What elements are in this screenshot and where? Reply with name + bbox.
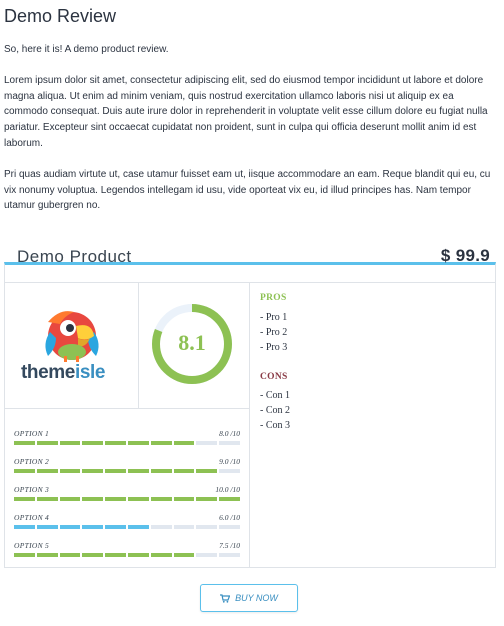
option-label: OPTION 4 — [14, 513, 50, 522]
cart-icon — [220, 593, 231, 603]
score-options-divider — [5, 408, 249, 409]
con-item: - Con 1 — [260, 390, 290, 401]
option-bar-segment — [59, 469, 81, 473]
product-name: Demo Product — [17, 247, 132, 266]
option-bar-segment — [173, 553, 195, 557]
option-bar-segment — [82, 441, 104, 445]
option-bar-segment — [196, 469, 218, 473]
option-bar-segment — [105, 553, 126, 557]
page-title: Demo Review — [4, 6, 117, 26]
option-bar-segment — [150, 469, 172, 473]
score-value: 8.1 — [178, 330, 206, 355]
option-bar-segment — [36, 441, 58, 445]
option-score: 10.0 /10 — [215, 485, 240, 494]
option-bar-segment — [173, 441, 195, 445]
cons-title: CONS — [260, 372, 288, 382]
option-bar-segment — [219, 469, 240, 473]
option-bar-segment — [173, 525, 195, 529]
option-bar-segment — [219, 497, 240, 501]
option-bar-segment — [127, 497, 149, 501]
option-bar-segment — [59, 525, 81, 529]
header-divider — [5, 282, 495, 283]
option-bar-segment — [14, 441, 35, 445]
option-bar-segment — [105, 469, 126, 473]
option-bar-segment — [105, 441, 126, 445]
pro-item: - Pro 3 — [260, 342, 288, 353]
option-bar-segment — [219, 525, 240, 529]
option-bar-segment — [196, 525, 218, 529]
option-bar — [14, 497, 240, 501]
con-item: - Con 3 — [260, 420, 290, 431]
option-bar-segment — [127, 441, 149, 445]
buy-now-button[interactable]: BUY NOW — [200, 584, 298, 612]
option-bar-segment — [14, 469, 35, 473]
option-bar — [14, 469, 240, 473]
article: Demo Review So, here it is! A demo produ… — [4, 0, 498, 214]
option-bar-segment — [150, 497, 172, 501]
option-bar-segment — [36, 525, 58, 529]
option-bar-segment — [105, 497, 126, 501]
option-bar-segment — [150, 525, 172, 529]
option-bar-segment — [59, 441, 81, 445]
con-item: - Con 2 — [260, 405, 290, 416]
option-bar-segment — [127, 525, 149, 529]
option-bar — [14, 441, 240, 445]
option-bar-segment — [219, 441, 240, 445]
option-score: 8.0 /10 — [219, 429, 240, 438]
intro-paragraph: So, here it is! A demo product review. — [4, 44, 169, 55]
option-label: OPTION 2 — [14, 457, 50, 466]
option-bar-segment — [82, 553, 104, 557]
option-bar-segment — [82, 469, 104, 473]
option-bar-segment — [14, 553, 35, 557]
product-price: $ 99.9 — [440, 246, 490, 265]
option-bar-segment — [36, 469, 58, 473]
option-bar — [14, 553, 240, 557]
logo-score-divider — [138, 283, 139, 409]
option-bar-segment — [36, 497, 58, 501]
pros-title: PROS — [260, 293, 287, 303]
option-label: OPTION 1 — [14, 429, 50, 438]
option-label: OPTION 3 — [14, 485, 50, 494]
option-bar-segment — [36, 553, 58, 557]
option-bar-segment — [14, 525, 35, 529]
body-paragraph-2: Pri quas audiam virtute ut, case utamur … — [4, 168, 491, 212]
option-score: 7.5 /10 — [219, 541, 240, 550]
option-bar-segment — [219, 553, 240, 557]
option-bar-segment — [173, 469, 195, 473]
option-bar-segment — [59, 553, 81, 557]
option-bar-segment — [82, 497, 104, 501]
option-bar-segment — [196, 441, 218, 445]
option-bar — [14, 525, 240, 529]
pro-item: - Pro 1 — [260, 312, 288, 323]
option-bar-segment — [150, 441, 172, 445]
pro-item: - Pro 2 — [260, 327, 288, 338]
option-bar-segment — [14, 497, 35, 501]
option-score: 9.0 /10 — [219, 457, 240, 466]
logo-text-isle: isle — [74, 362, 106, 383]
option-bar-segment — [127, 553, 149, 557]
option-bar-segment — [150, 553, 172, 557]
option-label: OPTION 5 — [14, 541, 50, 550]
option-bar-segment — [59, 497, 81, 501]
option-bar-segment — [173, 497, 195, 501]
option-score: 6.0 /10 — [219, 513, 240, 522]
body-paragraph-1: Lorem ipsum dolor sit amet, consectetur … — [4, 74, 488, 149]
option-bar-segment — [82, 525, 104, 529]
buy-now-label: BUY NOW — [235, 593, 278, 603]
logo-wordmark: themeisle — [21, 362, 105, 384]
option-bar-segment — [196, 553, 218, 557]
left-right-divider — [249, 283, 250, 567]
option-bar-segment — [105, 525, 126, 529]
option-bar-segment — [127, 469, 149, 473]
logo-text-theme: theme — [21, 362, 75, 383]
option-bar-segment — [196, 497, 218, 501]
